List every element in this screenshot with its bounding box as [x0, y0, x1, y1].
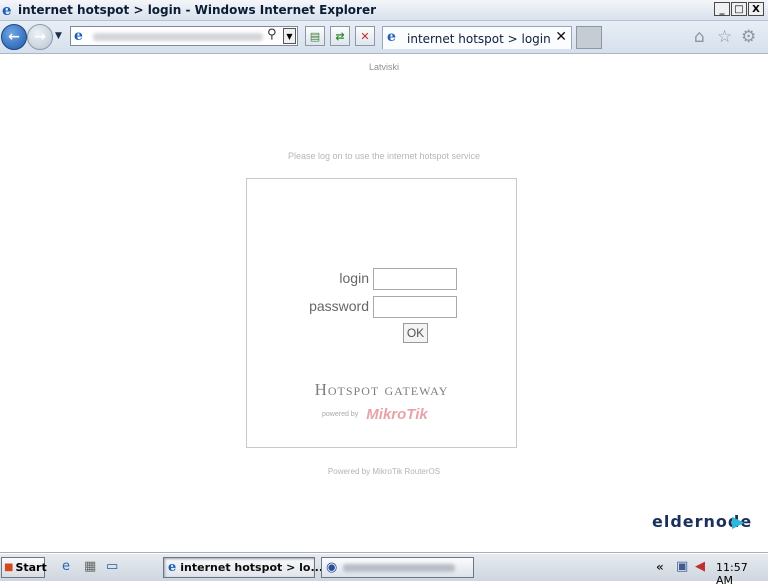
compatibility-view-button[interactable]: ▤	[305, 26, 325, 46]
tab-hotspot-login[interactable]: e internet hotspot > login ✕	[382, 26, 572, 49]
taskbar-item-ie-hotspot[interactable]: e internet hotspot > lo...	[163, 557, 323, 578]
mikrotik-logo: MikroTik	[366, 406, 428, 423]
ie-page-icon: e	[74, 28, 83, 44]
new-tab-button[interactable]	[576, 26, 602, 49]
tools-gear-icon[interactable]: ⚙	[741, 27, 756, 47]
compatibility-icon: ▤	[309, 29, 321, 43]
ok-button[interactable]: OK	[403, 323, 428, 343]
ie-tab-icon: e	[387, 29, 396, 45]
navigation-bar: ← → ▼ e ⚲ ▼ ▤ ⇄ ✕ e internet hotspot > l…	[0, 21, 768, 54]
login-notice: Please log on to use the internet hotspo…	[287, 151, 481, 161]
powered-by-mikrotik: powered by MikroTik	[322, 404, 428, 423]
start-label: Start	[15, 561, 47, 574]
taskbar-item-blurred	[343, 563, 456, 572]
refresh-icon: ⇄	[335, 29, 345, 43]
favorites-icon[interactable]: ☆	[717, 27, 732, 47]
stop-button[interactable]: ✕	[355, 26, 375, 46]
taskbar: ■ Start e ▦ ▭ e internet hotspot > lo...…	[0, 553, 768, 587]
taskbar-ie-icon: e	[168, 560, 177, 575]
maximize-button[interactable]: □	[731, 2, 747, 16]
back-button[interactable]: ←	[1, 24, 27, 50]
taskbar-item-remote[interactable]: ◉	[321, 557, 474, 578]
windows-logo-icon: ■	[4, 562, 14, 573]
powered-by-text: powered by	[322, 411, 359, 418]
history-dropdown-icon[interactable]: ▼	[55, 31, 62, 41]
minimize-button[interactable]: _	[714, 2, 730, 16]
network-icon[interactable]: ▣	[676, 559, 688, 574]
taskbar-item-label: internet hotspot > lo...	[180, 561, 324, 574]
tab-close-icon[interactable]: ✕	[555, 29, 567, 45]
window-title: internet hotspot > login - Windows Inter…	[18, 3, 377, 17]
forward-button[interactable]: →	[27, 24, 53, 50]
refresh-button[interactable]: ⇄	[330, 26, 350, 46]
ie-logo-icon: e	[2, 1, 12, 19]
login-label: login	[339, 270, 369, 286]
volume-muted-icon[interactable]: ◀	[695, 559, 705, 574]
tray-expand-icon[interactable]: «	[656, 560, 664, 574]
window-controls: _ □ X	[714, 2, 764, 16]
window-title-bar: e internet hotspot > login - Windows Int…	[0, 0, 768, 21]
language-link[interactable]: Latviski	[0, 62, 768, 72]
hotspot-gateway-title: Hotspot gateway	[314, 380, 449, 399]
quicklaunch-server-icon[interactable]: ▦	[84, 559, 96, 574]
password-input[interactable]	[373, 296, 457, 318]
quicklaunch-ie-icon[interactable]: e	[62, 559, 70, 574]
stop-icon: ✕	[360, 29, 370, 43]
login-input[interactable]	[373, 268, 457, 290]
start-button[interactable]: ■ Start	[1, 557, 47, 578]
clock[interactable]: 11:57 AM	[716, 561, 768, 587]
close-button[interactable]: X	[748, 2, 764, 16]
address-dropdown-icon[interactable]: ▼	[283, 28, 296, 44]
tab-title: internet hotspot > login	[407, 32, 551, 46]
footer-text: Powered by MikroTik RouterOS	[327, 467, 441, 476]
taskbar-remote-icon: ◉	[326, 560, 338, 575]
address-bar[interactable]: e ⚲ ▼	[70, 26, 298, 46]
home-icon[interactable]: ⌂	[694, 27, 705, 47]
password-label: password	[309, 298, 369, 314]
address-url-blurred	[93, 33, 263, 41]
quicklaunch-desktop-icon[interactable]: ▭	[106, 559, 118, 574]
search-icon[interactable]: ⚲	[267, 27, 277, 42]
watermark-arrow-icon: ▶	[732, 512, 745, 531]
